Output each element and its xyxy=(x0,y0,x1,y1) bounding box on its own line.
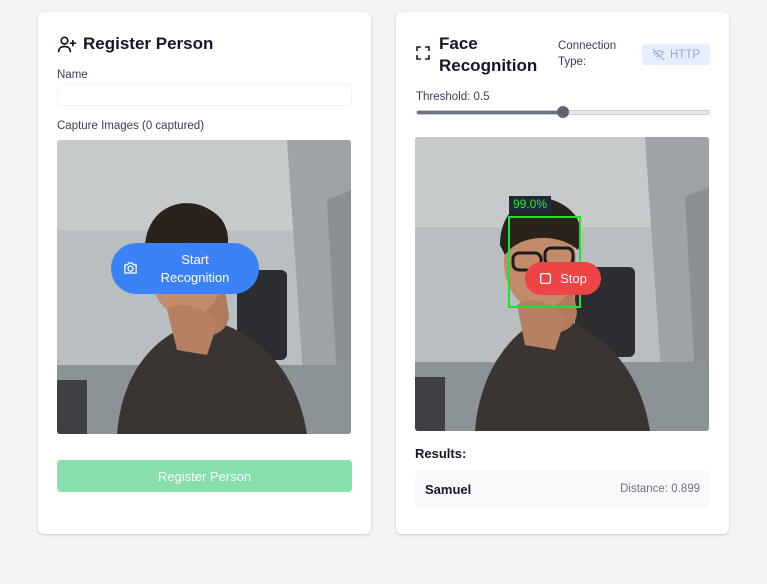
result-item: Samuel Distance: 0.899 xyxy=(415,470,710,508)
user-plus-icon xyxy=(57,34,77,54)
stop-square-icon xyxy=(539,272,552,285)
face-recognition-title: Face Recognition xyxy=(439,34,538,75)
start-recognition-button[interactable]: Start Recognition xyxy=(111,243,259,294)
register-person-card: Register Person Name Capture Images (0 c… xyxy=(38,12,371,534)
scan-frame-icon xyxy=(415,45,431,61)
stop-button[interactable]: Stop xyxy=(525,262,601,295)
wifi-off-icon xyxy=(652,48,665,61)
name-label: Name xyxy=(57,69,88,81)
start-recognition-label: Start Recognition xyxy=(160,251,230,285)
threshold-slider-fill xyxy=(417,111,563,114)
result-distance: Distance: 0.899 xyxy=(620,483,700,495)
register-header: Register Person xyxy=(57,34,213,54)
results-heading: Results: xyxy=(415,446,467,461)
threshold-slider-handle[interactable] xyxy=(557,106,569,118)
name-input[interactable] xyxy=(57,84,352,106)
connection-type-toggle[interactable]: HTTP xyxy=(642,44,710,65)
connection-type-value: HTTP xyxy=(669,48,701,61)
capture-images-label: Capture Images (0 captured) xyxy=(57,120,205,132)
register-title: Register Person xyxy=(83,34,214,53)
camera-icon xyxy=(123,261,138,280)
register-person-button[interactable]: Register Person xyxy=(57,460,352,492)
face-recognition-card: Face Recognition Connection Type: HTTP T… xyxy=(396,12,729,534)
result-name: Samuel xyxy=(425,482,472,497)
stop-button-label: Stop xyxy=(560,271,587,286)
threshold-slider[interactable] xyxy=(416,106,710,118)
connection-type-label: Connection Type: xyxy=(558,40,617,68)
threshold-label: Threshold: 0.5 xyxy=(416,91,490,103)
detection-confidence-label: 99.0% xyxy=(509,196,552,213)
